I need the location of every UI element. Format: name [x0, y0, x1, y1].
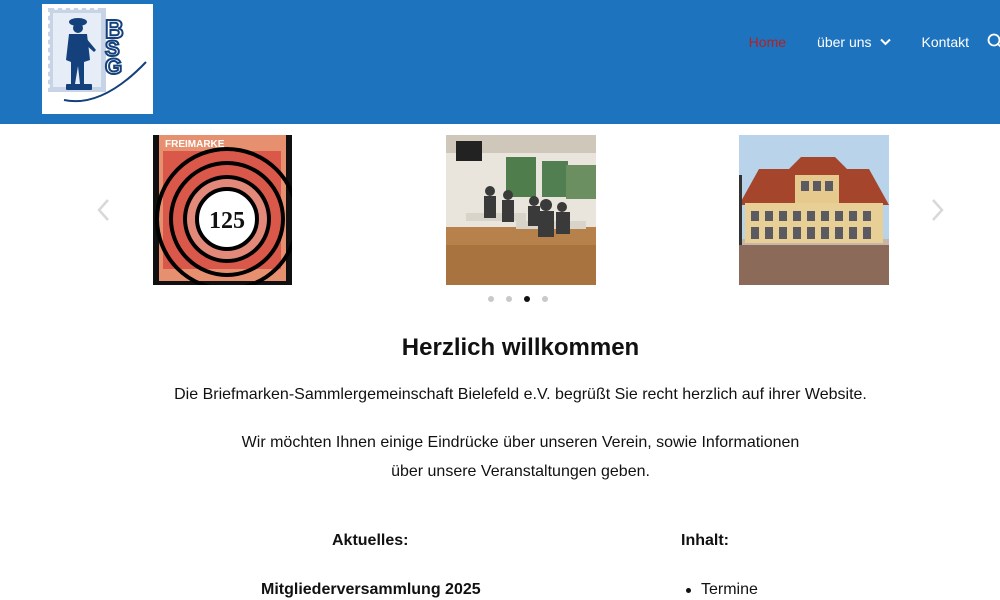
stamp-image: FREIMARKE 125 [153, 135, 292, 285]
slider-dot-1[interactable] [488, 296, 494, 302]
aktuelles-heading: Aktuelles: [332, 532, 409, 549]
nav-item-kontakt[interactable]: Kontakt [922, 34, 969, 50]
slide-building-photo[interactable] [739, 135, 889, 285]
slider-dot-4[interactable] [542, 296, 548, 302]
description-line-1: Wir möchten Ihnen einige Eindrücke über … [241, 434, 800, 451]
toc-item-termine[interactable]: Termine [686, 581, 758, 599]
chevron-down-icon [879, 38, 891, 46]
table-of-contents: Termine [686, 581, 758, 599]
slide-meeting-photo[interactable] [446, 135, 596, 285]
logo-letter-g: G [105, 54, 122, 79]
page-title: Herzlich willkommen [401, 334, 640, 361]
toc-item-label: Termine [701, 581, 758, 598]
description-line-2: über unsere Veranstaltungen geben. [391, 463, 650, 480]
search-icon[interactable] [986, 32, 1000, 52]
inhalt-heading: Inhalt: [681, 532, 729, 549]
nav-kontakt-label: Kontakt [921, 34, 969, 50]
site-header: B S G Home über uns Kontakt [0, 0, 1000, 124]
site-logo[interactable]: B S G [42, 4, 153, 114]
chevron-left-icon[interactable] [96, 198, 110, 222]
nav-home-label: Home [748, 34, 787, 50]
nav-ueber-uns-label: über uns [817, 34, 872, 50]
nav-item-home[interactable]: Home [749, 34, 786, 50]
stamp-header-text: FREIMARKE [165, 139, 225, 150]
logo-graphic: B S G [46, 6, 147, 103]
slide-stamp-image[interactable]: FREIMARKE 125 [153, 135, 292, 285]
slider-dots [488, 296, 560, 302]
building-photo [739, 135, 889, 285]
slider-dot-2[interactable] [506, 296, 512, 302]
intro-text: Die Briefmarken-Sammlergemeinschaft Biel… [174, 386, 867, 403]
event-title: Mitgliederversammlung 2025 [261, 581, 481, 598]
stamp-value-text: 125 [209, 208, 245, 234]
image-slider: FREIMARKE 125 [0, 124, 1000, 309]
meeting-photo [446, 135, 596, 285]
nav-item-ueber-uns[interactable]: über uns [817, 34, 891, 50]
slider-dot-3[interactable] [524, 296, 530, 302]
main-nav: Home über uns Kontakt [749, 0, 1000, 84]
chevron-right-icon[interactable] [931, 198, 945, 222]
